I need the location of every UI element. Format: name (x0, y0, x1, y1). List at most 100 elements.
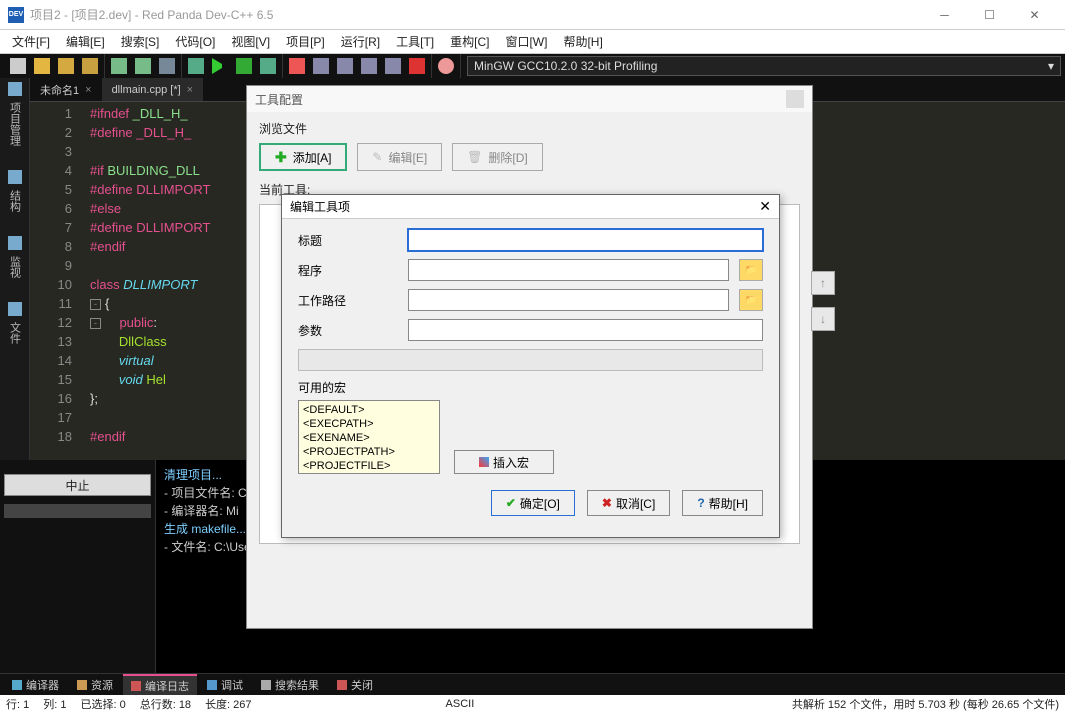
move-up-button[interactable]: ↑ (811, 271, 835, 295)
status-tab[interactable]: 编译器 (4, 675, 67, 695)
editor-tab[interactable]: 未命名1× (30, 78, 102, 101)
menu-item[interactable]: 窗口[W] (497, 31, 555, 52)
nav-back-icon[interactable] (111, 58, 127, 74)
macro-item[interactable]: <PROJECTPATH> (303, 445, 435, 459)
macros-listbox[interactable]: <DEFAULT><EXECPATH><EXENAME><PROJECTPATH… (298, 400, 440, 474)
status-parse-info: 共解析 152 个文件，用时 5.703 秒 (每秒 26.65 个文件) (792, 696, 1059, 712)
compile-icon[interactable] (188, 58, 204, 74)
sidebar-tab-label[interactable]: 项目管理 (5, 98, 25, 150)
sidebar-tab-label[interactable]: 结构 (5, 186, 25, 216)
editor-tab[interactable]: dllmain.cpp [*]× (102, 78, 204, 101)
title-input[interactable] (408, 229, 763, 251)
args-label: 参数 (298, 322, 398, 339)
stop-debug-icon[interactable] (409, 58, 425, 74)
chevron-down-icon: ▾ (1048, 59, 1054, 73)
check-icon: ✔ (506, 496, 516, 510)
abort-button[interactable]: 中止 (4, 474, 151, 496)
status-selection: 已选择: 0 (80, 696, 125, 712)
menu-item[interactable]: 搜索[S] (113, 31, 168, 52)
program-input[interactable] (408, 259, 729, 281)
menu-item[interactable]: 运行[R] (333, 31, 388, 52)
move-down-button[interactable]: ↓ (811, 307, 835, 331)
browse-files-label: 浏览文件 (259, 120, 800, 137)
app-icon: DEV (8, 7, 24, 23)
status-line: 行: 1 (6, 696, 29, 712)
help-button[interactable]: ? 帮助[H] (682, 490, 763, 516)
menu-item[interactable]: 代码[O] (167, 31, 223, 52)
tool-config-close-icon[interactable] (786, 90, 804, 108)
rebuild-icon[interactable] (260, 58, 276, 74)
menu-item[interactable]: 视图[V] (223, 31, 278, 52)
step-over-icon[interactable] (313, 58, 329, 74)
insert-icon (479, 457, 489, 467)
open-icon[interactable] (34, 58, 50, 74)
close-button[interactable]: ✕ (1012, 1, 1057, 29)
compile-run-icon[interactable] (236, 58, 252, 74)
debug-icon[interactable] (289, 58, 305, 74)
browse-program-button[interactable]: 📁 (739, 259, 763, 281)
status-tab-icon (207, 680, 217, 690)
tab-close-icon[interactable]: × (187, 84, 193, 96)
status-tab[interactable]: 关闭 (329, 675, 381, 695)
insert-macro-button[interactable]: 插入宏 (454, 450, 554, 474)
status-tab-icon (337, 680, 347, 690)
menu-item[interactable]: 重构[C] (442, 31, 497, 52)
add-tool-button[interactable]: ✚ 添加[A] (259, 143, 347, 171)
workdir-label: 工作路径 (298, 292, 398, 309)
toolbar: MinGW GCC10.2.0 32-bit Profiling ▾ (0, 54, 1065, 78)
menu-item[interactable]: 帮助[H] (555, 31, 610, 52)
continue-icon[interactable] (385, 58, 401, 74)
delete-tool-button[interactable]: 🗑 删除[D] (452, 143, 543, 171)
workdir-input[interactable] (408, 289, 729, 311)
sidebar-tab-icon[interactable] (8, 302, 22, 316)
step-into-icon[interactable] (337, 58, 353, 74)
minimize-button[interactable]: ─ (922, 1, 967, 29)
compile-control-panel: 中止 (0, 460, 156, 690)
menu-item[interactable]: 工具[T] (388, 31, 442, 52)
save-icon[interactable] (58, 58, 74, 74)
sidebar-tab-label[interactable]: 监视 (5, 252, 25, 282)
macros-label: 可用的宏 (298, 379, 763, 396)
cancel-button[interactable]: ✖ 取消[C] (587, 490, 670, 516)
status-tab[interactable]: 编译日志 (123, 674, 197, 696)
tab-close-icon[interactable]: × (85, 84, 91, 96)
macro-item[interactable]: <EXENAME> (303, 431, 435, 445)
menu-item[interactable]: 编辑[E] (58, 31, 113, 52)
status-tab-icon (77, 680, 87, 690)
menu-item[interactable]: 项目[P] (278, 31, 333, 52)
x-icon: ✖ (602, 496, 612, 510)
menu-item[interactable]: 文件[F] (4, 31, 58, 52)
sidebar-tab-icon[interactable] (8, 170, 22, 184)
edit-dialog-close-icon[interactable]: ✕ (759, 198, 771, 215)
status-tab-icon (261, 680, 271, 690)
title-label: 标题 (298, 232, 398, 249)
palette-icon[interactable] (438, 58, 454, 74)
macro-item[interactable]: <DEFAULT> (303, 403, 435, 417)
menubar: 文件[F]编辑[E]搜索[S]代码[O]视图[V]项目[P]运行[R]工具[T]… (0, 30, 1065, 54)
status-tab[interactable]: 资源 (69, 675, 121, 695)
run-icon[interactable] (212, 58, 228, 74)
maximize-button[interactable]: ☐ (967, 1, 1012, 29)
status-tab-icon (12, 680, 22, 690)
save-all-icon[interactable] (82, 58, 98, 74)
macro-item[interactable]: <EXECPATH> (303, 417, 435, 431)
args-input[interactable] (408, 319, 763, 341)
step-out-icon[interactable] (361, 58, 377, 74)
status-tab-icon (131, 681, 141, 691)
status-tab[interactable]: 调试 (199, 675, 251, 695)
edit-tool-button[interactable]: ✎ 编辑[E] (357, 143, 442, 171)
nav-forward-icon[interactable] (135, 58, 151, 74)
sidebar-tab-icon[interactable] (8, 236, 22, 250)
macro-item[interactable]: <PROJECTFILE> (303, 459, 435, 473)
preview-field (298, 349, 763, 371)
status-col: 列: 1 (43, 696, 66, 712)
ok-button[interactable]: ✔ 确定[O] (491, 490, 575, 516)
compiler-profile-dropdown[interactable]: MinGW GCC10.2.0 32-bit Profiling ▾ (467, 56, 1061, 76)
status-tab[interactable]: 搜索结果 (253, 675, 327, 695)
new-file-icon[interactable] (10, 58, 26, 74)
browse-workdir-button[interactable]: 📁 (739, 289, 763, 311)
nav-selector-icon[interactable] (159, 58, 175, 74)
sidebar-tab-label[interactable]: 文件 (5, 318, 25, 348)
statusbar: 行: 1 列: 1 已选择: 0 总行数: 18 长度: 267 ASCII 共… (0, 695, 1065, 713)
sidebar-tab-icon[interactable] (8, 82, 22, 96)
